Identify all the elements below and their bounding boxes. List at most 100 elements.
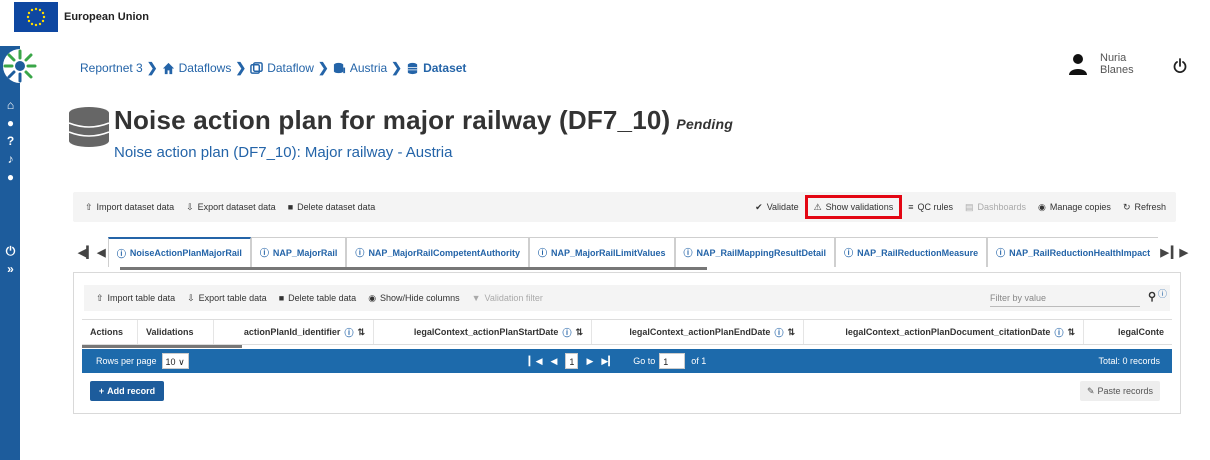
button-label: Export dataset data — [197, 202, 276, 212]
expand-sidebar-icon[interactable]: » — [3, 262, 18, 277]
filter-input[interactable]: Filter by value — [990, 289, 1140, 307]
delete-dataset-button[interactable]: ■ Delete dataset data — [282, 196, 382, 218]
chevron-right-icon: ❯ — [235, 60, 247, 75]
next-tab-icon[interactable]: ▶ — [1158, 246, 1171, 259]
dashboards-button[interactable]: ▤ Dashboards — [959, 196, 1032, 218]
col-label: actionPlanId_identifier — [243, 327, 341, 337]
dataset-toolbar: ⇧ Import dataset data ⇩ Export dataset dat… — [73, 192, 1176, 222]
col-validations[interactable]: Validations — [138, 320, 214, 344]
tab-label: NAP_RailReductionMeasure — [857, 247, 979, 258]
info-icon[interactable]: ⓘ — [1158, 287, 1167, 300]
col-legalcontext-more[interactable]: legalConte — [1084, 320, 1172, 344]
col-label: legalContext_actionPlanEndDate — [629, 327, 771, 337]
sort-icon: ⇅ — [787, 326, 795, 337]
current-page[interactable]: 1 — [565, 353, 579, 369]
tab-nap-railreductionmeasure[interactable]: ⓘ NAP_RailReductionMeasure — [835, 237, 988, 267]
upload-icon: ⇧ — [96, 292, 104, 303]
tab-nap-railreductionhealthimpact[interactable]: ⓘ NAP_RailReductionHealthImpact — [987, 237, 1159, 267]
tab-nap-railmappingresultdetail[interactable]: ⓘ NAP_RailMappingResultDetail — [674, 237, 836, 267]
col-enddate[interactable]: legalContext_actionPlanEndDate ⓘ ⇅ — [592, 320, 804, 344]
manage-copies-button[interactable]: ◉ Manage copies — [1032, 196, 1117, 218]
chevron-right-icon: ❯ — [146, 60, 158, 75]
last-page-icon[interactable]: ▶▎ — [601, 356, 615, 367]
paste-records-button[interactable]: ✎ Paste records — [1080, 381, 1160, 401]
logout-power-icon[interactable] — [1173, 58, 1187, 74]
breadcrumb-dataset: Dataset — [406, 61, 466, 75]
delete-table-button[interactable]: ■ Delete table data — [273, 287, 363, 309]
export-dataset-button[interactable]: ⇩ Export dataset data — [180, 196, 282, 218]
validation-filter-button[interactable]: ▼ Validation filter — [466, 287, 549, 309]
button-label: Manage copies — [1049, 202, 1111, 212]
refresh-icon: ↻ — [1122, 201, 1131, 212]
sort-icon: ⇅ — [575, 326, 583, 337]
chart-icon: ▤ — [964, 201, 974, 212]
tab-nap-majorraillimitvalues[interactable]: ⓘ NAP_MajorRailLimitValues — [528, 237, 675, 267]
col-startdate[interactable]: legalContext_actionPlanStartDate ⓘ ⇅ — [374, 320, 592, 344]
breadcrumb-dataflows[interactable]: Dataflows — [162, 61, 231, 75]
database-group-icon — [333, 62, 345, 73]
show-hide-columns-button[interactable]: ◉ Show/Hide columns — [362, 287, 465, 309]
validate-button[interactable]: ✔ Validate — [749, 196, 804, 218]
prev-tab-icon[interactable]: ◀ — [95, 246, 108, 259]
qc-rules-button[interactable]: ≡ QC rules — [902, 196, 959, 218]
col-actionplanid[interactable]: actionPlanId_identifier ⓘ ⇅ — [214, 320, 374, 344]
paginator: Rows per page 10 ∨ ▎◀ ◀ 1 ▶ ▶▎ Go to 1 o… — [82, 349, 1172, 373]
breadcrumb-reportnet[interactable]: Reportnet 3 — [80, 61, 143, 75]
prev-page-icon[interactable]: ◀ — [551, 356, 558, 367]
first-tab-icon[interactable]: ◀▎ — [78, 246, 95, 259]
next-page-icon[interactable]: ▶ — [586, 356, 593, 367]
power-icon[interactable]: ⏻ — [3, 244, 18, 259]
breadcrumb-austria[interactable]: Austria — [333, 61, 387, 75]
col-citationdate[interactable]: legalContext_actionPlanDocument_citation… — [804, 320, 1084, 344]
export-table-button[interactable]: ⇩ Export table data — [181, 287, 273, 309]
home-icon — [162, 62, 174, 74]
tab-label: NAP_MajorRailLimitValues — [550, 247, 666, 258]
messages-icon[interactable]: ● — [3, 170, 18, 185]
dataset-title: Noise action plan for major railway (DF7… — [114, 105, 671, 135]
user-last-name: Blanes — [1100, 64, 1134, 76]
home-icon[interactable]: ⌂ — [3, 98, 18, 113]
chevron-right-icon: ❯ — [391, 60, 403, 75]
status-badge: Pending — [676, 116, 734, 132]
tab-label: NAP_MajorRailCompetentAuthority — [368, 247, 520, 258]
tab-nap-majorrail[interactable]: ⓘ NAP_MajorRail — [250, 237, 347, 267]
tab-label: NAP_RailMappingResultDetail — [696, 247, 827, 258]
info-icon: ⓘ — [996, 248, 1006, 258]
search-icon[interactable]: ⚲ — [1148, 290, 1156, 303]
tabs-scrollbar[interactable] — [120, 267, 707, 270]
plus-icon: + — [98, 386, 105, 396]
database-icon — [407, 62, 418, 74]
first-page-icon[interactable]: ▎◀ — [529, 356, 543, 367]
rows-per-page-select[interactable]: 10 ∨ — [161, 353, 189, 369]
import-table-button[interactable]: ⇧ Import table data — [90, 287, 181, 309]
help-icon[interactable]: ? — [3, 134, 18, 149]
refresh-button[interactable]: ↻ Refresh — [1117, 196, 1172, 218]
breadcrumb-dataflow[interactable]: Dataflow — [250, 61, 314, 75]
reportnet-logo-icon[interactable] — [0, 46, 40, 86]
upload-icon: ⇧ — [85, 201, 93, 212]
button-label: Import table data — [107, 293, 176, 303]
goto-label: Go to — [633, 356, 656, 366]
table-scrollbar[interactable] — [82, 345, 242, 348]
check-circle-icon: ✔ — [755, 201, 763, 212]
info-icon: ⓘ — [259, 248, 269, 258]
button-label: Dashboards — [977, 202, 1027, 212]
tab-nap-majorrailcompetentauthority[interactable]: ⓘ NAP_MajorRailCompetentAuthority — [346, 237, 529, 267]
table-toolbar: ⇧ Import table data ⇩ Export table data ■ D… — [84, 285, 1170, 311]
avatar — [1069, 54, 1087, 75]
tab-noiseactionplanmajorrail[interactable]: ⓘ NoiseActionPlanMajorRail — [107, 237, 251, 267]
user-menu[interactable]: Nuria Blanes — [1068, 52, 1140, 76]
warning-icon: ⚠ — [813, 201, 822, 212]
button-label: Add record — [107, 386, 156, 396]
sort-icon: ⇅ — [357, 326, 365, 337]
user-profile-icon[interactable]: ● — [3, 116, 18, 131]
show-validations-button[interactable]: ⚠ Show validations — [804, 195, 903, 219]
import-dataset-button[interactable]: ⇧ Import dataset data — [79, 196, 180, 218]
table-panel: ⇧ Import table data ⇩ Export table data ■ D… — [73, 272, 1181, 414]
add-record-button[interactable]: + Add record — [90, 381, 164, 401]
last-tab-icon[interactable]: ▎▶ — [1171, 246, 1188, 259]
notifications-icon[interactable]: ♪ — [3, 152, 18, 167]
info-icon: ⓘ — [774, 327, 784, 338]
info-icon: ⓘ — [537, 248, 547, 258]
goto-input[interactable]: 1 — [659, 353, 686, 369]
